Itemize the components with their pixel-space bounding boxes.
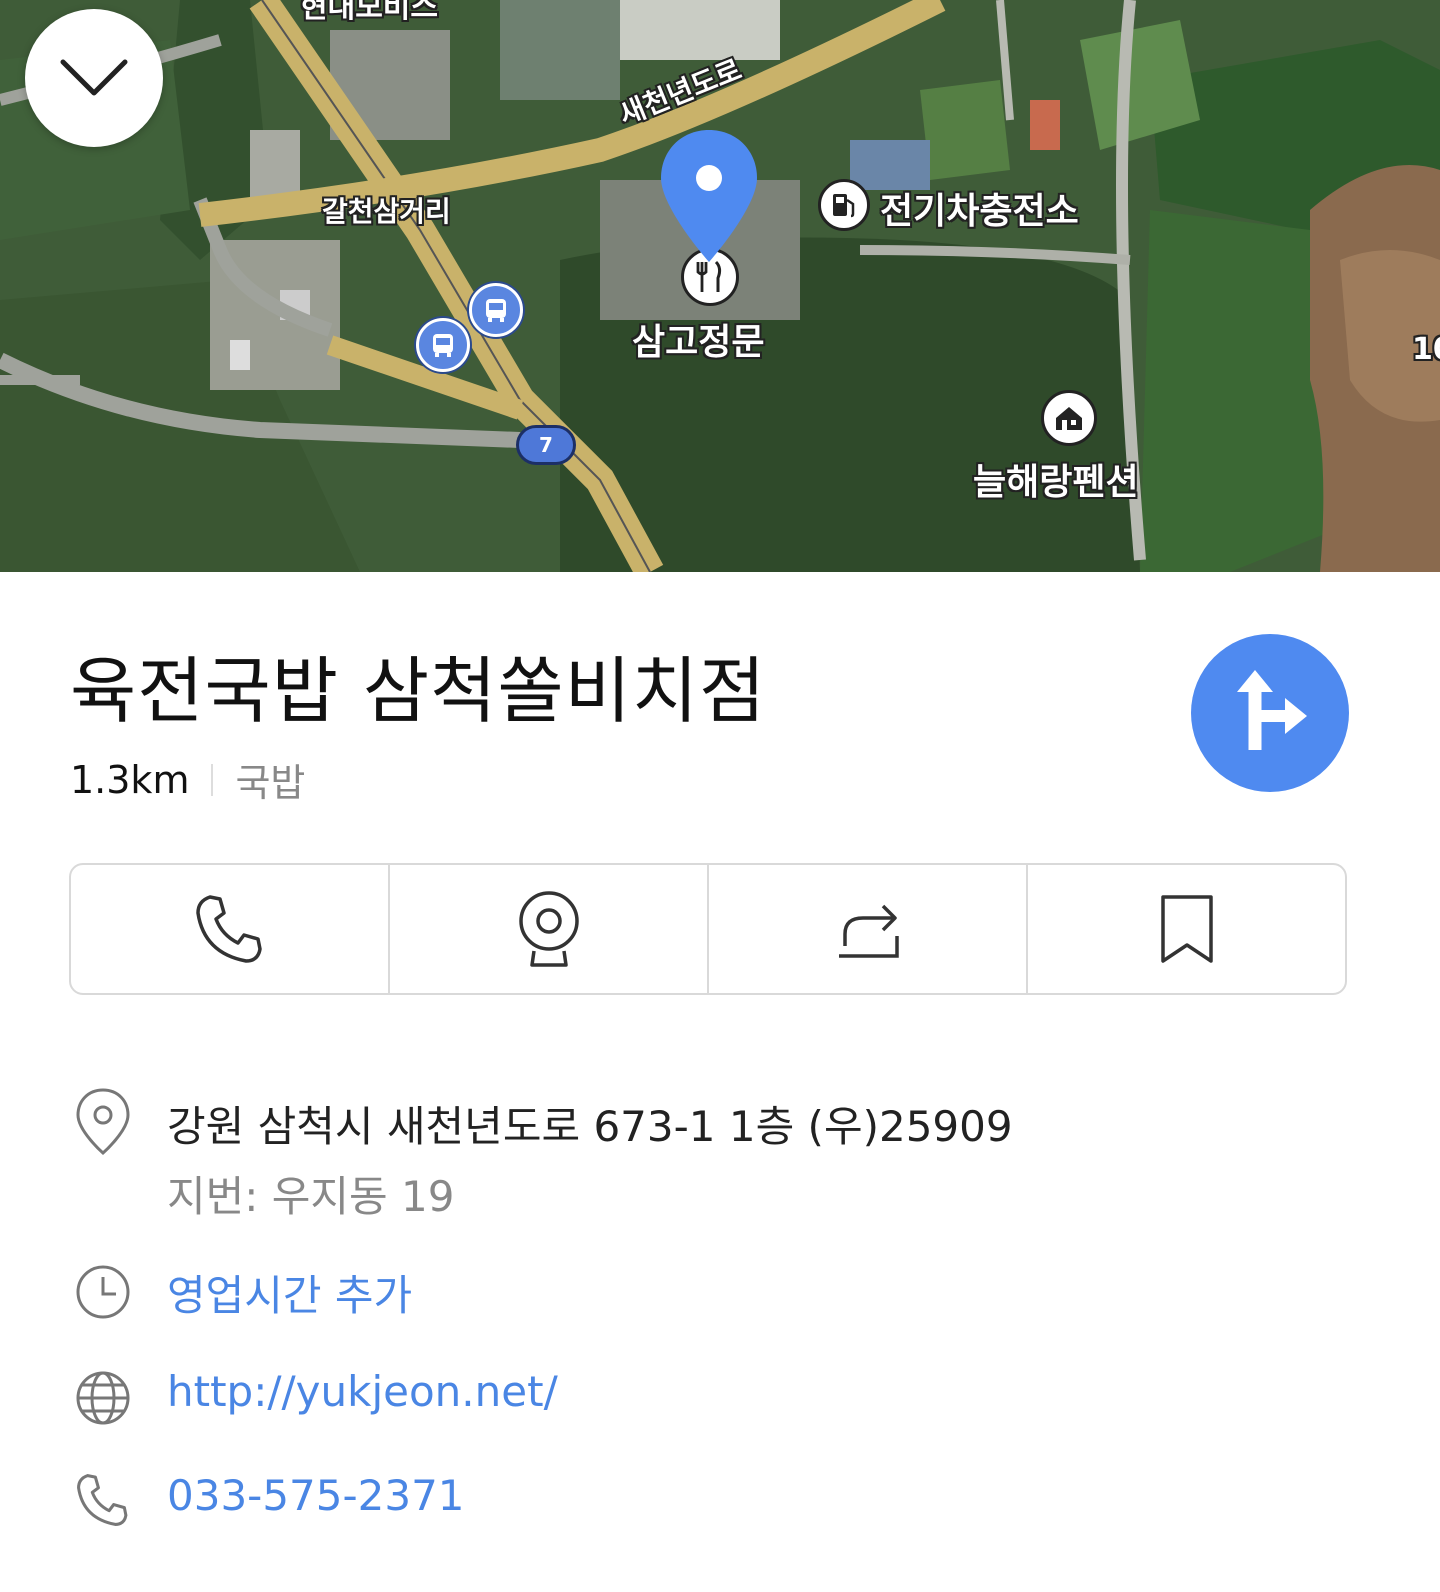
category-text: 국밥 — [235, 761, 306, 805]
bookmark-icon — [1160, 895, 1213, 963]
address-text[interactable]: 강원 삼척시 새천년도로 673-1 1층 (우)25909 — [167, 1093, 1013, 1154]
map-label-restaurant: 삼고정문 — [632, 322, 765, 363]
fuel-icon — [833, 194, 855, 218]
collapse-button[interactable] — [25, 9, 163, 147]
globe-icon — [76, 1371, 130, 1425]
phone-icon — [77, 1474, 128, 1526]
clock-icon — [76, 1265, 130, 1319]
phone-link[interactable]: 033-575-2371 — [167, 1471, 465, 1520]
place-meta: 1.3km 국밥 — [70, 752, 305, 807]
share-icon — [838, 904, 899, 958]
map-label-intersection: 갈천삼거리 — [322, 195, 451, 228]
save-action[interactable] — [1028, 865, 1345, 993]
distance-text: 1.3km — [70, 757, 190, 802]
roadview-action[interactable] — [390, 865, 709, 993]
ev-station-poi[interactable] — [818, 179, 870, 231]
lot-address-text: 지번: 우지동 19 — [167, 1172, 455, 1221]
route-shield: 7 — [516, 425, 576, 465]
directions-button[interactable] — [1191, 634, 1349, 792]
bus-icon — [433, 334, 453, 357]
satellite-map[interactable]: 현대모비스 새천년도로 갈천삼거리 전기차충전소 삼고정문 늘해랑펜션 10 — [0, 0, 1440, 572]
house-icon — [1056, 407, 1082, 430]
chevron-down-icon — [60, 59, 128, 96]
website-link[interactable]: http://yukjeon.net/ — [167, 1367, 558, 1416]
action-bar — [69, 863, 1347, 995]
camera-icon — [518, 891, 579, 967]
place-name: 육전국밥 삼척쏠비치점 — [70, 649, 767, 733]
pension-poi[interactable] — [1041, 390, 1097, 446]
add-hours-link[interactable]: 영업시간 추가 — [167, 1262, 412, 1323]
bus-stop-1[interactable] — [469, 283, 523, 337]
call-action[interactable] — [71, 865, 390, 993]
bus-stop-2[interactable] — [416, 318, 470, 372]
meta-divider — [211, 763, 214, 796]
location-pin-icon — [76, 1088, 130, 1155]
phone-icon — [195, 895, 262, 963]
map-label-ev-station: 전기차충전소 — [880, 191, 1079, 232]
location-pin-icon — [661, 130, 757, 262]
directions-icon — [1237, 670, 1307, 750]
map-label-edge-number: 10 — [1412, 332, 1440, 367]
bus-icon — [486, 299, 506, 322]
share-action[interactable] — [709, 865, 1028, 993]
map-label-top: 현대모비스 — [300, 0, 438, 25]
map-label-pension: 늘해랑펜션 — [973, 462, 1139, 503]
